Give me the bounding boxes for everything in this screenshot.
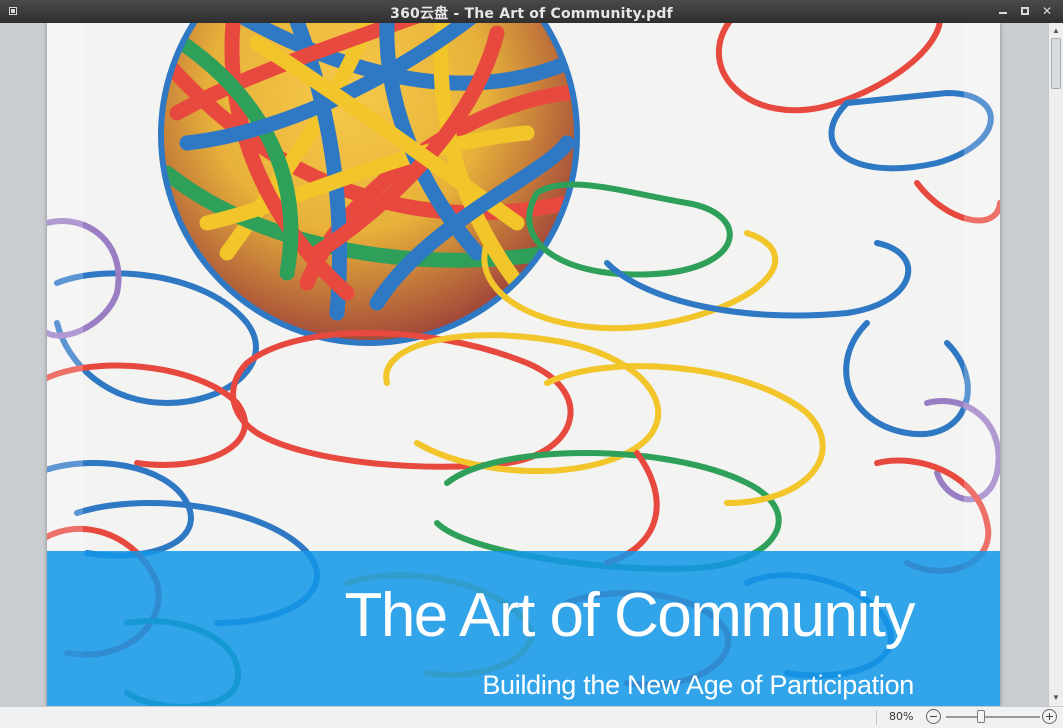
status-divider	[876, 710, 877, 725]
cover-subtitle: Building the New Age of Participation	[482, 670, 914, 700]
title-bar[interactable]: 360云盘 - The Art of Community.pdf ✕	[0, 0, 1063, 23]
cover-title: The Art of Community	[344, 581, 915, 650]
maximize-icon[interactable]	[1018, 4, 1032, 18]
window-title: 360云盘 - The Art of Community.pdf	[390, 6, 673, 22]
minimize-icon[interactable]	[996, 4, 1010, 18]
pdf-page: The Art of Community Building the New Ag…	[47, 23, 1000, 706]
zoom-slider-thumb[interactable]	[977, 710, 985, 723]
zoom-out-icon[interactable]	[926, 709, 941, 724]
pdf-viewer-window: 360云盘 - The Art of Community.pdf ✕ The A…	[0, 0, 1063, 728]
scroll-up-icon[interactable]: ▲	[1049, 25, 1063, 37]
zoom-level: 80%	[889, 710, 914, 723]
document-viewport[interactable]: The Art of Community Building the New Ag…	[0, 23, 1048, 706]
vertical-scrollbar[interactable]: ▲ ▼	[1048, 23, 1063, 706]
scroll-down-icon[interactable]: ▼	[1049, 692, 1063, 704]
status-bar: 80%	[0, 706, 1063, 728]
zoom-in-icon[interactable]	[1042, 709, 1057, 724]
scroll-thumb[interactable]	[1051, 38, 1061, 89]
close-icon[interactable]: ✕	[1040, 4, 1054, 18]
zoom-slider-track[interactable]	[946, 716, 1040, 718]
